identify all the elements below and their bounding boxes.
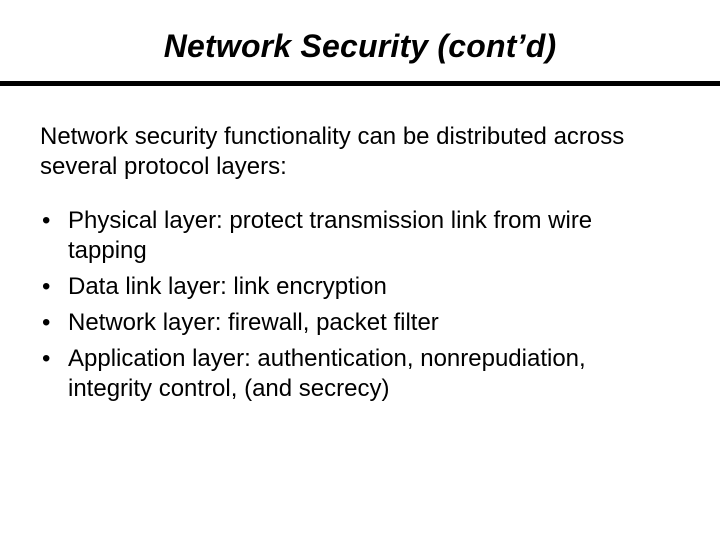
list-item: Data link layer: link encryption (40, 272, 676, 302)
list-item: Network layer: firewall, packet filter (40, 308, 676, 338)
list-item: Application layer: authentication, nonre… (40, 344, 676, 404)
slide: Network Security (cont’d) Network securi… (0, 0, 720, 540)
slide-title: Network Security (cont’d) (0, 0, 720, 81)
bullet-list: Physical layer: protect transmission lin… (40, 206, 676, 404)
intro-text: Network security functionality can be di… (0, 86, 720, 182)
list-item: Physical layer: protect transmission lin… (40, 206, 676, 266)
